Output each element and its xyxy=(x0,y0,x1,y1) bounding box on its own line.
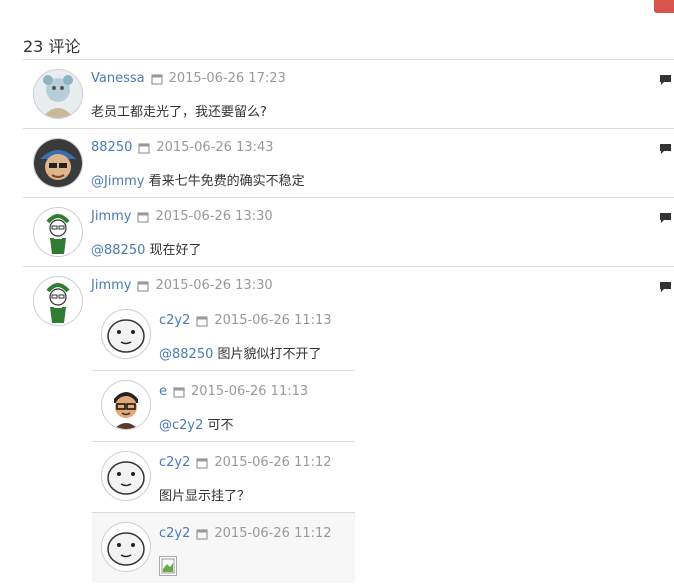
comment-text: @88250 现在好了 xyxy=(91,239,202,258)
reply-icon[interactable] xyxy=(659,74,672,86)
author-name-link[interactable]: Vanessa xyxy=(91,71,145,86)
reply-meta: e 2015-06-26 11:13 xyxy=(159,384,308,399)
reply-item: c2y2 2015-06-26 11:12 xyxy=(92,513,355,583)
reply-text: @88250 图片貌似打不开了 xyxy=(159,343,322,362)
comment-date: 2015-06-26 17:23 xyxy=(168,71,286,86)
author-name-link[interactable]: c2y2 xyxy=(159,313,190,328)
reply-meta: c2y2 2015-06-26 11:12 xyxy=(159,526,332,541)
calendar-icon xyxy=(151,73,163,85)
comment-date: 2015-06-26 13:43 xyxy=(156,140,274,155)
comment-date: 2015-06-26 13:30 xyxy=(155,209,273,224)
avatar[interactable] xyxy=(101,380,151,430)
mention-link[interactable]: @Jimmy xyxy=(91,174,144,189)
avatar[interactable] xyxy=(101,522,151,572)
comment-item: Jimmy 2015-06-26 13:30 @88250 现在好了 xyxy=(23,198,674,267)
comment-text: @Jimmy 看来七牛免费的确实不稳定 xyxy=(91,170,305,189)
reply-item: e 2015-06-26 11:13 @c2y2 可不 xyxy=(92,371,355,442)
author-name-link[interactable]: c2y2 xyxy=(159,455,190,470)
reply-date: 2015-06-26 11:12 xyxy=(214,526,332,541)
reply-body: 图片显示挂了？ xyxy=(159,489,251,504)
comment-body: 老员工都走光了，我还要留么? xyxy=(91,105,267,120)
comment-body: 现在好了 xyxy=(145,243,202,258)
comment-item: Vanessa 2015-06-26 17:23 老员工都走光了，我还要留么? xyxy=(23,60,674,129)
calendar-icon xyxy=(196,528,208,540)
reply-item: c2y2 2015-06-26 11:13 @88250 图片貌似打不开了 xyxy=(92,300,355,371)
calendar-icon xyxy=(196,457,208,469)
reply-date: 2015-06-26 11:12 xyxy=(214,455,332,470)
reply-body: 可不 xyxy=(203,418,234,433)
reply-date: 2015-06-26 11:13 xyxy=(214,313,332,328)
comment-meta: Vanessa 2015-06-26 17:23 xyxy=(91,71,286,86)
mention-link[interactable]: @88250 xyxy=(91,243,145,258)
author-name-link[interactable]: e xyxy=(159,384,167,399)
close-corner-button[interactable] xyxy=(654,0,674,13)
reply-meta: c2y2 2015-06-26 11:13 xyxy=(159,313,332,328)
broken-image-icon[interactable] xyxy=(159,556,177,576)
mention-link[interactable]: @88250 xyxy=(159,347,213,362)
calendar-icon xyxy=(196,315,208,327)
avatar[interactable] xyxy=(33,69,83,119)
reply-text: @c2y2 可不 xyxy=(159,414,234,433)
reply-item: c2y2 2015-06-26 11:12 图片显示挂了？ xyxy=(92,442,355,513)
reply-icon[interactable] xyxy=(659,212,672,224)
comments-count-title: 23 评论 xyxy=(23,37,81,56)
reply-icon[interactable] xyxy=(659,143,672,155)
mention-link[interactable]: @c2y2 xyxy=(159,418,203,433)
reply-body: 图片貌似打不开了 xyxy=(213,347,322,362)
comment-meta: Jimmy 2015-06-26 13:30 xyxy=(91,209,273,224)
calendar-icon xyxy=(137,280,150,292)
avatar[interactable] xyxy=(33,276,83,326)
calendar-icon xyxy=(138,142,150,154)
avatar[interactable] xyxy=(33,207,83,257)
comment-text: 老员工都走光了，我还要留么? xyxy=(91,101,267,120)
reply-icon[interactable] xyxy=(659,281,672,293)
author-name-link[interactable]: Jimmy xyxy=(91,278,131,293)
comment-meta: 88250 2015-06-26 13:43 xyxy=(91,140,274,155)
calendar-icon xyxy=(137,211,150,223)
author-name-link[interactable]: Jimmy xyxy=(91,209,131,224)
reply-date: 2015-06-26 11:13 xyxy=(191,384,309,399)
author-name-link[interactable]: c2y2 xyxy=(159,526,190,541)
comment-date: 2015-06-26 13:30 xyxy=(155,278,273,293)
avatar[interactable] xyxy=(101,451,151,501)
reply-text: 图片显示挂了？ xyxy=(159,485,250,504)
comment-body: 看来七牛免费的确实不稳定 xyxy=(144,174,305,189)
author-name-link[interactable]: 88250 xyxy=(91,140,132,155)
avatar[interactable] xyxy=(33,138,83,188)
avatar[interactable] xyxy=(101,309,151,359)
reply-meta: c2y2 2015-06-26 11:12 xyxy=(159,455,332,470)
comment-meta: Jimmy 2015-06-26 13:30 xyxy=(91,278,273,293)
comment-item: 88250 2015-06-26 13:43 @Jimmy 看来七牛免费的确实不… xyxy=(23,129,674,198)
calendar-icon xyxy=(173,386,185,398)
